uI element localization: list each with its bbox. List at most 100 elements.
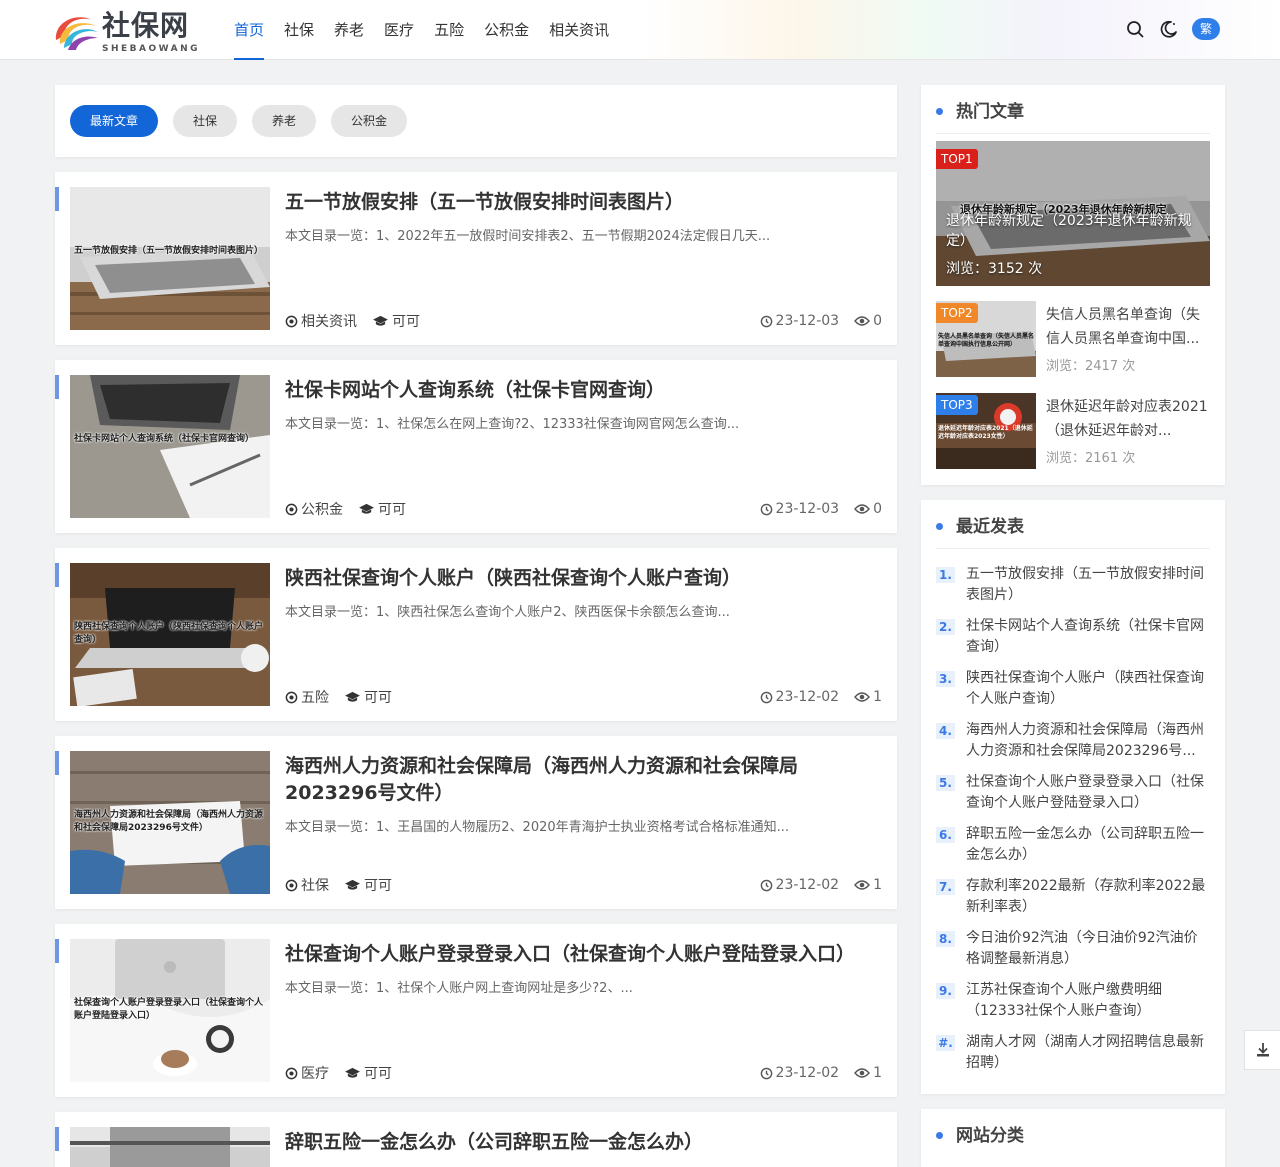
list-item[interactable]: 2. 社保卡网站个人查询系统（社保卡官网查询） bbox=[936, 616, 1210, 658]
tab-shebao[interactable]: 社保 bbox=[173, 105, 238, 137]
post-title[interactable]: 社保查询个人账户登录登录入口（社保查询个人账户登陆登录入口） bbox=[285, 941, 880, 968]
list-item[interactable]: 4. 海西州人力资源和社会保障局（海西州人力资源和社会保障局2023296号... bbox=[936, 720, 1210, 762]
list-item-title: 海西州人力资源和社会保障局（海西州人力资源和社会保障局2023296号... bbox=[966, 722, 1204, 759]
graduation-cap-icon bbox=[345, 691, 360, 702]
list-item-title: 今日油价92汽油（今日油价92汽油价格调整最新消息） bbox=[966, 930, 1198, 967]
post-thumbnail[interactable]: 海西州人力资源和社会保障局（海西州人力资源和社会保障局2023296号文件） bbox=[70, 751, 270, 894]
clock-icon bbox=[760, 315, 772, 327]
list-item-title: 五一节放假安排（五一节放假安排时间表图片） bbox=[966, 566, 1204, 603]
thumbnail-caption: 海西州人力资源和社会保障局（海西州人力资源和社会保障局2023296号文件） bbox=[74, 810, 264, 833]
post-title[interactable]: 辞职五险一金怎么办（公司辞职五险一金怎么办） bbox=[285, 1129, 880, 1156]
hot-article-title: 退休年龄新规定（2023年退休年龄新规定） bbox=[946, 213, 1192, 249]
post-author[interactable]: 可可 bbox=[344, 875, 392, 895]
post-stats: 23-12-03 0 bbox=[760, 501, 882, 517]
post-category[interactable]: 公积金 bbox=[285, 499, 343, 519]
nav-item-news[interactable]: 相关资讯 bbox=[549, 0, 609, 60]
list-item[interactable]: 9. 江苏社保查询个人账户缴费明细（12333社保个人账户查询） bbox=[936, 980, 1210, 1022]
nav-item-pension[interactable]: 养老 bbox=[334, 0, 364, 60]
post-excerpt: 本文目录一览：1、社保怎么在网上查询?2、12333社保查询网官网怎么查询... bbox=[285, 417, 740, 432]
hot-article-views: 浏览：2161 次 bbox=[1046, 451, 1136, 466]
laptop-photo-icon bbox=[70, 1127, 270, 1167]
top3-badge: TOP3 bbox=[936, 395, 978, 415]
post-author[interactable]: 可可 bbox=[344, 687, 392, 707]
category-icon bbox=[285, 879, 298, 891]
tab-latest[interactable]: 最新文章 bbox=[70, 105, 159, 137]
post-card: 辞职五险一金怎么办（公司辞职五险一金怎么办） bbox=[55, 1112, 897, 1167]
post-date: 23-12-02 bbox=[760, 1065, 839, 1081]
post-accent-bar bbox=[55, 751, 59, 775]
post-title[interactable]: 陕西社保查询个人账户（陕西社保查询个人账户查询） bbox=[285, 565, 880, 592]
post-thumbnail[interactable]: 社保查询个人账户登录登录入口（社保查询个人账户登陆登录入口） bbox=[70, 939, 270, 1082]
graduation-cap-icon bbox=[345, 1067, 360, 1078]
search-icon[interactable] bbox=[1124, 18, 1146, 40]
post-thumbnail[interactable]: 社保卡网站个人查询系统（社保卡官网查询） bbox=[70, 375, 270, 518]
download-icon bbox=[1256, 1043, 1269, 1057]
list-item-title: 社保查询个人账户登录登录入口（社保查询个人账户登陆登录入口） bbox=[966, 774, 1204, 811]
nav-item-medical[interactable]: 医疗 bbox=[384, 0, 414, 60]
download-button[interactable] bbox=[1244, 1030, 1280, 1070]
recent-posts-widget: 最近发表 1. 五一节放假安排（五一节放假安排时间表图片） 2. 社保卡网站个人查询… bbox=[921, 500, 1225, 1094]
list-item[interactable]: #. 湖南人才网（湖南人才网招聘信息最新招聘） bbox=[936, 1032, 1210, 1074]
list-number: 3. bbox=[936, 671, 955, 687]
post-thumbnail[interactable] bbox=[70, 1127, 270, 1167]
recent-posts-list: 1. 五一节放假安排（五一节放假安排时间表图片） 2. 社保卡网站个人查询系统（社保… bbox=[936, 564, 1210, 1084]
post-meta: 五险 可可 23-12-02 1 bbox=[285, 688, 882, 706]
list-item[interactable]: 3. 陕西社保查询个人账户（陕西社保查询个人账户查询） bbox=[936, 668, 1210, 710]
post-accent-bar bbox=[55, 563, 59, 587]
header-actions: 繁 bbox=[1112, 18, 1220, 40]
post-date-label: 23-12-02 bbox=[775, 689, 840, 705]
hot-article-top2[interactable]: 失信人员黑名单查询（失信人员黑名单查询中国执行信息公开网） TOP2 失信人员黑… bbox=[936, 301, 1210, 377]
top2-badge: TOP2 bbox=[936, 303, 978, 323]
list-item[interactable]: 7. 存款利率2022最新（存款利率2022最新利率表） bbox=[936, 876, 1210, 918]
nav-item-housing-fund[interactable]: 公积金 bbox=[484, 0, 529, 60]
post-category[interactable]: 医疗 bbox=[285, 1063, 329, 1083]
hot-article-top3[interactable]: 退休延迟年龄对应表2021（退休延迟年龄对应表2023女性） TOP3 退休延迟… bbox=[936, 393, 1210, 469]
post-date: 23-12-03 bbox=[760, 313, 839, 329]
post-category[interactable]: 五险 bbox=[285, 687, 329, 707]
post-category[interactable]: 社保 bbox=[285, 875, 329, 895]
nav-item-five-insurances[interactable]: 五险 bbox=[434, 0, 464, 60]
tab-housing-fund[interactable]: 公积金 bbox=[331, 105, 408, 137]
eye-icon bbox=[854, 316, 871, 326]
site-logo[interactable]: 社保网 SHEBAOWANG bbox=[50, 8, 200, 54]
dark-mode-icon[interactable] bbox=[1158, 18, 1180, 40]
post-thumbnail[interactable]: 陕西社保查询个人账户（陕西社保查询个人账户查询） bbox=[70, 563, 270, 706]
post-views-label: 0 bbox=[873, 313, 882, 329]
post-author[interactable]: 可可 bbox=[358, 499, 406, 519]
list-item[interactable]: 5. 社保查询个人账户登录登录入口（社保查询个人账户登陆登录入口） bbox=[936, 772, 1210, 814]
post-author[interactable]: 可可 bbox=[344, 1063, 392, 1083]
list-item[interactable]: 8. 今日油价92汽油（今日油价92汽油价格调整最新消息） bbox=[936, 928, 1210, 970]
list-item-title: 湖南人才网（湖南人才网招聘信息最新招聘） bbox=[966, 1034, 1204, 1071]
post-author-label: 可可 bbox=[364, 690, 392, 706]
post-views: 0 bbox=[854, 313, 882, 329]
post-views-label: 0 bbox=[873, 501, 882, 517]
post-excerpt: 本文目录一览：1、王昌国的人物履历2、2020年青海护士执业资格考试合格标准通知… bbox=[285, 820, 790, 835]
list-item[interactable]: 6. 辞职五险一金怎么办（公司辞职五险一金怎么办） bbox=[936, 824, 1210, 866]
nav-item-shebao[interactable]: 社保 bbox=[284, 0, 314, 60]
post-accent-bar bbox=[55, 187, 59, 211]
article-tabs: 最新文章 社保 养老 公积金 bbox=[55, 85, 897, 157]
list-item-title: 社保卡网站个人查询系统（社保卡官网查询） bbox=[966, 618, 1204, 655]
post-author[interactable]: 可可 bbox=[372, 311, 420, 331]
hot-article-top1[interactable]: TOP1 退休年龄新规定（2023年退休年龄新规定 退休年龄新规定（2023年退… bbox=[936, 141, 1210, 286]
post-category-label: 社保 bbox=[301, 878, 329, 894]
post-date: 23-12-03 bbox=[760, 501, 839, 517]
list-number: 8. bbox=[936, 931, 955, 947]
post-category[interactable]: 相关资讯 bbox=[285, 311, 357, 331]
traditional-chinese-toggle[interactable]: 繁 bbox=[1192, 18, 1220, 40]
clock-icon bbox=[760, 691, 772, 703]
post-title[interactable]: 五一节放假安排（五一节放假安排时间表图片） bbox=[285, 189, 880, 216]
list-item-title: 辞职五险一金怎么办（公司辞职五险一金怎么办） bbox=[966, 826, 1204, 863]
category-icon bbox=[285, 1067, 298, 1079]
hot-article-title: 失信人员黑名单查询（失信人员黑名单查询中国... bbox=[1046, 307, 1200, 347]
post-thumbnail[interactable]: 五一节放假安排（五一节放假安排时间表图片） bbox=[70, 187, 270, 330]
post-category-label: 五险 bbox=[301, 690, 329, 706]
post-stats: 23-12-02 1 bbox=[760, 689, 882, 705]
eye-icon bbox=[854, 504, 871, 514]
list-item[interactable]: 1. 五一节放假安排（五一节放假安排时间表图片） bbox=[936, 564, 1210, 606]
post-title[interactable]: 社保卡网站个人查询系统（社保卡官网查询） bbox=[285, 377, 880, 404]
post-title[interactable]: 海西州人力资源和社会保障局（海西州人力资源和社会保障局2023296号文件） bbox=[285, 753, 880, 807]
clock-icon bbox=[760, 879, 772, 891]
tab-pension[interactable]: 养老 bbox=[252, 105, 317, 137]
nav-item-home[interactable]: 首页 bbox=[234, 0, 265, 60]
